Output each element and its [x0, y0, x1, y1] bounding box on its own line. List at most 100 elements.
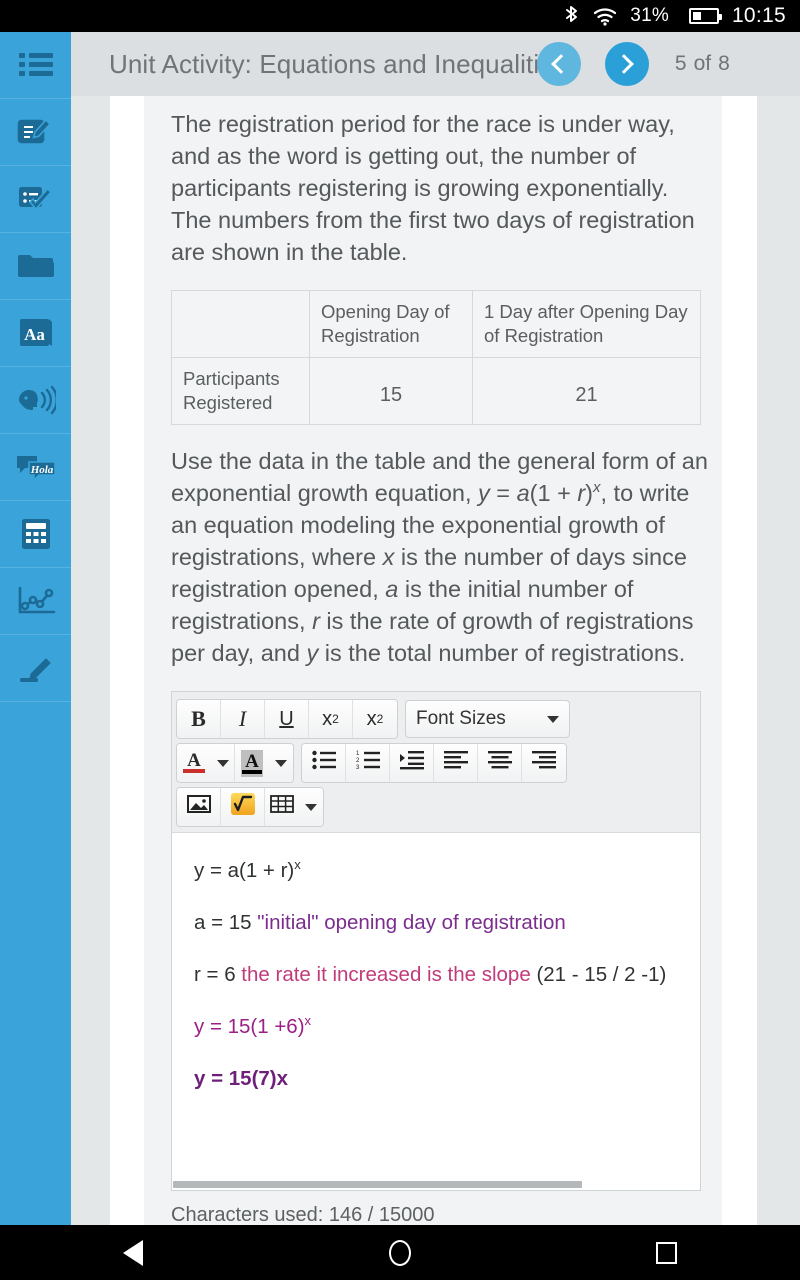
page-current: 5	[674, 52, 687, 75]
android-status-bar: 31% 10:15	[0, 0, 800, 32]
chevron-right-icon	[614, 54, 635, 74]
var-y: y	[306, 640, 319, 666]
highlight-color-a-icon: A	[241, 749, 263, 777]
next-page-button[interactable]	[604, 42, 649, 86]
italic-button[interactable]: I	[221, 700, 265, 738]
align-center-button[interactable]	[478, 744, 522, 782]
var-r: r	[312, 608, 320, 634]
app-header: Unit Activity: Equations and Inequalitie…	[71, 32, 800, 96]
answer-line-5: y = 15(7)x	[194, 1067, 289, 1090]
numbered-list-button[interactable]: 123	[346, 744, 390, 782]
svg-text:Hola: Hola	[29, 464, 53, 476]
graphing-icon	[16, 586, 56, 616]
registration-data-table: Opening Day of Registration 1 Day after …	[171, 290, 701, 425]
toolbar-row-2: A A 123	[176, 743, 696, 783]
scrollbar-thumb[interactable]	[173, 1181, 582, 1188]
text-color-dropdown-button[interactable]	[211, 744, 235, 782]
sidebar-item-highlighter[interactable]	[0, 635, 71, 702]
answer-editor: B I U x2 x2 Font Sizes A A 1 2 3 y = a(1…	[171, 691, 701, 1191]
table-row: Participants Registered 15 21	[171, 357, 701, 425]
list-menu-icon	[18, 51, 53, 79]
sidebar-item-assignments[interactable]	[0, 166, 71, 233]
highlight-color-button[interactable]: A	[235, 744, 269, 782]
sidebar-item-calculator[interactable]	[0, 501, 71, 568]
answer-line-1-text: y = a(1 + r)	[194, 859, 295, 882]
page-of-label: of	[693, 52, 712, 75]
superscript-button[interactable]: x2	[309, 700, 353, 738]
right-gutter	[722, 96, 757, 1225]
subscript-exp: 2	[376, 712, 384, 726]
svg-text:3: 3	[356, 765, 360, 770]
notes-pencil-icon	[17, 116, 55, 148]
numbered-list-icon: 123	[356, 750, 380, 776]
eq-exponent-x: x	[593, 479, 601, 497]
answer-line-2-highlight: "initial" opening day of registration	[257, 911, 566, 934]
format-button-group: B I U x2 x2	[176, 699, 398, 739]
translate-hola-icon: Hola	[15, 452, 57, 482]
sidebar-item-resources[interactable]	[0, 233, 71, 300]
page-counter: 5 of 8	[675, 52, 730, 76]
table-row-label: Participants Registered	[171, 357, 310, 425]
battery-icon	[682, 8, 722, 24]
bluetooth-icon	[563, 4, 580, 28]
font-sizes-select[interactable]: Font Sizes	[405, 700, 570, 738]
insert-table-dropdown-button[interactable]	[299, 788, 323, 826]
align-right-button[interactable]	[522, 744, 566, 782]
sidebar-item-table-of-contents[interactable]	[0, 32, 71, 99]
answer-line-1-exponent: x	[294, 857, 301, 873]
align-left-icon	[443, 750, 468, 776]
var-a-1: a	[516, 480, 530, 506]
task-paragraph: Use the data in the table and the genera…	[171, 445, 710, 669]
text-to-speech-icon	[16, 385, 56, 415]
insert-table-button[interactable]	[265, 788, 299, 826]
text-color-button[interactable]: A	[177, 744, 211, 782]
align-left-button[interactable]	[434, 744, 478, 782]
folder-icon	[17, 251, 55, 281]
answer-line-1: y = a(1 + r)x	[194, 857, 680, 883]
chevron-down-icon	[216, 759, 229, 767]
intro-paragraph: The registration period for the race is …	[171, 111, 695, 265]
superscript-base: x	[322, 707, 333, 730]
character-count-label: Characters used: 146 / 15000	[171, 1204, 435, 1225]
checklist-icon	[17, 183, 55, 215]
insert-image-button[interactable]	[177, 788, 221, 826]
svg-text:Aa: Aa	[24, 325, 45, 344]
bullet-list-button[interactable]	[302, 744, 346, 782]
sidebar-item-graphing-tool[interactable]	[0, 568, 71, 635]
align-right-icon	[532, 750, 556, 776]
page-total: 8	[718, 52, 730, 75]
answer-textarea[interactable]: y = a(1 + r)x a = 15 "initial" opening d…	[172, 833, 700, 1190]
answer-line-2: a = 15 "initial" opening day of registra…	[194, 911, 680, 935]
sidebar-item-notes[interactable]	[0, 99, 71, 166]
eq-close: )	[585, 480, 593, 506]
android-home-button[interactable]	[365, 1225, 435, 1280]
sidebar-item-read-aloud[interactable]	[0, 367, 71, 434]
chevron-down-icon	[547, 715, 559, 723]
android-back-button[interactable]	[98, 1225, 168, 1280]
subscript-base: x	[366, 707, 377, 730]
svg-text:1: 1	[356, 751, 360, 757]
answer-line-4-text: y = 15(1 +6)	[194, 1015, 305, 1038]
underline-button[interactable]: U	[265, 700, 309, 738]
subscript-button[interactable]: x2	[353, 700, 397, 738]
sidebar-item-glossary[interactable]: Aa	[0, 300, 71, 367]
indent-button[interactable]	[390, 744, 434, 782]
highlight-color-dropdown-button[interactable]	[269, 744, 293, 782]
bold-button[interactable]: B	[177, 700, 221, 738]
eq-equals: =	[489, 480, 517, 506]
list-align-button-group: 123	[301, 743, 567, 783]
editor-horizontal-scrollbar[interactable]	[173, 1181, 701, 1188]
table-col-header-1: Opening Day of Registration	[309, 290, 473, 358]
insert-table-icon	[270, 794, 294, 820]
android-recents-button[interactable]	[632, 1225, 702, 1280]
answer-line-4: y = 15(1 +6)x	[194, 1014, 680, 1039]
previous-page-button[interactable]	[536, 42, 581, 86]
sidebar-item-translate[interactable]: Hola	[0, 434, 71, 501]
calculator-icon	[20, 518, 52, 550]
equation-button[interactable]	[221, 788, 265, 826]
color-button-group: A A	[176, 743, 294, 783]
chevron-down-icon	[305, 803, 317, 811]
var-y-1: y	[478, 480, 490, 506]
answer-line-3-suffix: (21 - 15 / 2 -1)	[530, 963, 667, 986]
answer-line-2-prefix: a = 15	[194, 911, 258, 934]
